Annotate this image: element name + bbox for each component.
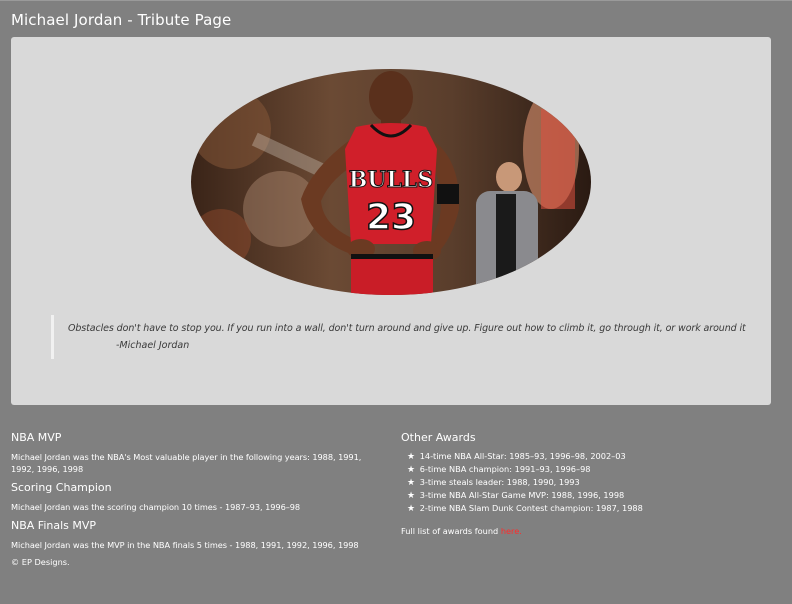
section-text-finals-mvp: Michael Jordan was the MVP in the NBA fi…	[11, 540, 359, 550]
awards-list: ★ 14-time NBA All-Star: 1985–93, 1996–98…	[401, 450, 781, 515]
list-item: ★ 2-time NBA Slam Dunk Contest champion:…	[407, 502, 781, 515]
list-item: ★ 6-time NBA champion: 1991–93, 1996–98	[407, 463, 781, 476]
award-text: 14-time NBA All-Star: 1985–93, 1996–98, …	[419, 451, 626, 461]
page-title: Michael Jordan - Tribute Page	[11, 11, 232, 29]
list-item: ★ 14-time NBA All-Star: 1985–93, 1996–98…	[407, 450, 781, 463]
list-item: ★ 3-time NBA All-Star Game MVP: 1988, 19…	[407, 489, 781, 502]
jersey-number-text: 23	[366, 197, 416, 238]
copyright-footer: © EP Designs.	[11, 557, 70, 567]
top-divider	[0, 0, 792, 1]
section-heading-other-awards: Other Awards	[401, 431, 476, 444]
achievements-column: NBA MVP Michael Jordan was the NBA's Mos…	[11, 431, 381, 567]
award-text: 6-time NBA champion: 1991–93, 1996–98	[419, 464, 591, 474]
jersey-team-text: BULLS	[349, 167, 434, 193]
other-awards-column: Other Awards ★ 14-time NBA All-Star: 198…	[401, 431, 781, 536]
full-list-text: Full list of awards found here.	[401, 526, 781, 536]
award-text: 3-time NBA All-Star Game MVP: 1988, 1996…	[419, 490, 625, 500]
star-icon: ★	[407, 465, 416, 475]
award-text: 3-time steals leader: 1988, 1990, 1993	[419, 477, 580, 487]
star-icon: ★	[407, 452, 416, 462]
section-heading-scoring: Scoring Champion	[11, 481, 112, 494]
full-list-prefix: Full list of awards found	[401, 526, 501, 536]
quote-text: Obstacles don't have to stop you. If you…	[68, 323, 746, 334]
star-icon: ★	[407, 504, 416, 514]
jordan-quote: Obstacles don't have to stop you. If you…	[51, 315, 746, 359]
star-icon: ★	[407, 478, 416, 488]
hero-panel: BULLS 23 Obstacles don't have to stop yo…	[11, 37, 771, 405]
jordan-photo: BULLS 23	[191, 69, 591, 295]
section-heading-finals-mvp: NBA Finals MVP	[11, 519, 97, 532]
star-icon: ★	[407, 491, 416, 501]
quote-author: -Michael Jordan	[116, 340, 190, 351]
award-text: 2-time NBA Slam Dunk Contest champion: 1…	[419, 503, 643, 513]
section-heading-mvp: NBA MVP	[11, 431, 62, 444]
list-item: ★ 3-time steals leader: 1988, 1990, 1993	[407, 476, 781, 489]
section-text-scoring: Michael Jordan was the scoring champion …	[11, 502, 301, 512]
section-text-mvp: Michael Jordan was the NBA's Most valuab…	[11, 452, 362, 474]
full-list-link[interactable]: here.	[501, 526, 522, 536]
